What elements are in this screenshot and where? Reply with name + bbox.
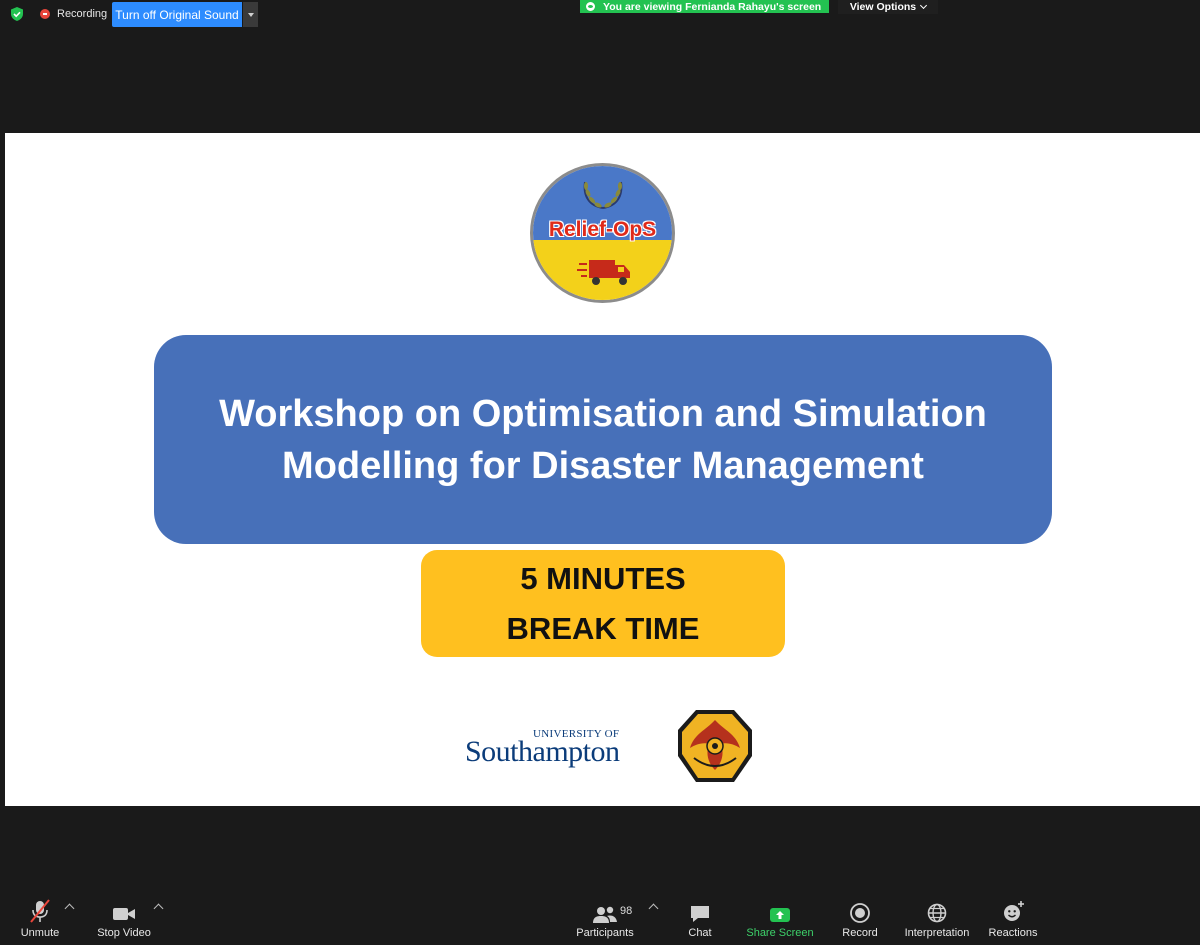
truck-icon	[577, 260, 630, 285]
record-icon	[850, 903, 870, 923]
video-options-chevron-icon[interactable]	[153, 903, 164, 914]
meeting-top-bar: Recording Turn off Original Sound You ar…	[0, 0, 1200, 30]
participants-button[interactable]: Participants	[574, 892, 636, 945]
smiley-add-icon	[1004, 901, 1024, 921]
share-screen-arrow-icon	[770, 908, 790, 922]
turn-off-original-sound-button[interactable]: Turn off Original Sound	[112, 2, 242, 27]
share-screen-label: Share Screen	[746, 927, 814, 939]
audio-options-chevron-icon[interactable]	[64, 903, 75, 914]
interpretation-label: Interpretation	[904, 927, 970, 939]
video-camera-icon	[113, 908, 135, 920]
participants-count: 98	[620, 905, 633, 917]
recording-icon	[40, 9, 50, 19]
participants-icon	[593, 906, 617, 923]
relief-ops-logo: Relief-OpS	[530, 163, 675, 303]
unmute-label: Unmute	[20, 927, 60, 939]
recording-label: Recording	[57, 8, 108, 20]
chat-label: Chat	[688, 927, 712, 939]
record-label: Record	[842, 927, 878, 939]
microphone-muted-icon	[30, 899, 50, 923]
globe-icon	[927, 903, 947, 923]
interpretation-button[interactable]: Interpretation	[900, 892, 974, 945]
caret-down-icon	[247, 12, 254, 17]
participants-label: Participants	[576, 927, 634, 939]
break-time-box: 5 MINUTES BREAK TIME	[421, 550, 785, 657]
viewing-banner-text: You are viewing Fernianda Rahayu's scree…	[603, 0, 822, 13]
record-button[interactable]: Record	[838, 892, 882, 945]
stop-video-label: Stop Video	[97, 927, 151, 939]
title-line-2: Modelling for Disaster Management	[282, 444, 924, 487]
logo-text: Relief-OpS	[548, 218, 657, 241]
viewing-screen-banner: You are viewing Fernianda Rahayu's scree…	[580, 0, 829, 13]
meeting-toolbar: Unmute Stop Video Participants 98 Chat S…	[0, 892, 1200, 945]
view-options-button[interactable]: View Options	[838, 0, 938, 14]
participants-options-chevron-icon[interactable]	[648, 903, 659, 914]
view-options-label: View Options	[849, 1, 917, 13]
break-line-2: BREAK TIME	[506, 610, 700, 646]
workshop-title-box: Workshop on Optimisation and Simulation …	[154, 335, 1052, 544]
recording-indicator[interactable]: Recording	[40, 5, 107, 23]
original-sound-dropdown-button[interactable]	[243, 2, 258, 27]
reactions-button[interactable]: Reactions	[986, 892, 1040, 945]
southampton-label: Southampton	[465, 735, 620, 768]
security-shield-icon[interactable]	[9, 6, 25, 22]
stop-video-button[interactable]: Stop Video	[94, 892, 154, 945]
title-line-1: Workshop on Optimisation and Simulation	[219, 392, 987, 435]
shared-screen-slide: Relief-OpS Workshop on Optimisation and …	[5, 133, 1200, 806]
unmute-button[interactable]: Unmute	[14, 892, 66, 945]
break-line-1: 5 MINUTES	[520, 560, 686, 596]
laurel-wreath-icon	[583, 181, 623, 209]
chevron-down-icon	[920, 1, 928, 10]
screen-share-eye-icon	[586, 2, 595, 11]
reactions-label: Reactions	[988, 927, 1038, 939]
university-crest-logo	[678, 710, 752, 782]
chat-bubble-icon	[691, 906, 709, 922]
share-screen-button[interactable]: Share Screen	[744, 892, 816, 945]
chat-button[interactable]: Chat	[682, 892, 718, 945]
university-of-southampton-logo: UNIVERSITY OF Southampton	[465, 728, 640, 773]
